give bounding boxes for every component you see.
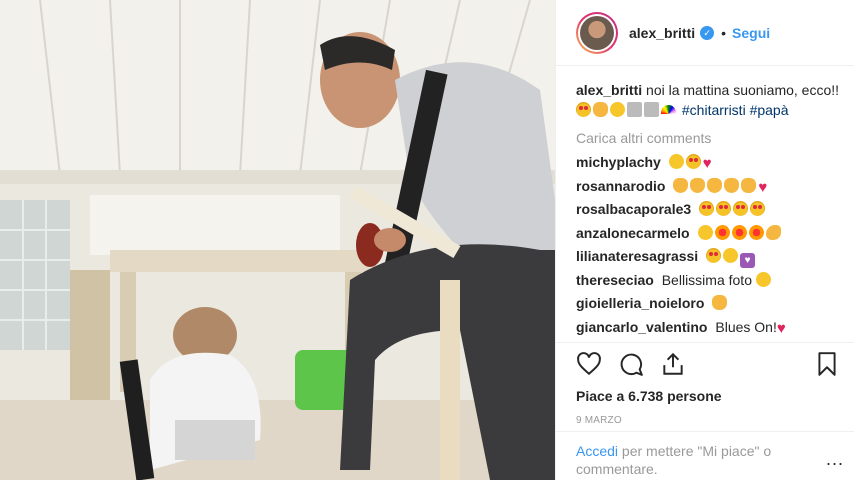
instagram-post: alex_britti ✓ • Segui alex_britti noi la… [0,0,854,480]
rock-hand-emoji-icon [593,102,608,117]
baby-bottle-emoji-icon [644,102,659,117]
rainbow-emoji-icon [661,105,676,114]
clap-emoji-icon [707,177,723,193]
comments-section: alex_britti noi la mattina suoniamo, ecc… [576,80,844,342]
heart-eyes-emoji-icon [699,201,715,216]
heart-eyes-emoji-icon [716,201,732,216]
smile-emoji-icon [668,154,684,169]
comment-username[interactable]: giancarlo_valentino [576,319,707,335]
comment-text: Blues On! [715,318,777,335]
comment-row: gioielleria_noieloro [576,293,844,317]
share-icon[interactable] [660,351,686,377]
login-prompt: Accedi per mettere "Mi piace" o commenta… [556,431,854,478]
clap-emoji-icon [690,177,706,193]
red-heart-emoji-icon: ♥ [758,178,768,196]
post-header: alex_britti ✓ • Segui [556,0,854,66]
comment-row: thereseciao Bellissima foto [576,270,844,294]
post-date: 9 MARZO [576,415,622,426]
heart-eyes-emoji-icon [706,248,722,263]
comment-username[interactable]: thereseciao [576,272,654,288]
boom-emoji-icon [714,224,730,240]
comment-row: anzalonecarmelo [576,223,844,247]
caption-username[interactable]: alex_britti [576,82,642,98]
purple-heart-emoji-icon: ♥ [740,253,756,268]
boom-emoji-icon [731,224,747,240]
hashtags-link[interactable]: #chitarristi #papà [682,102,789,118]
red-heart-emoji-icon: ♥ [776,319,786,337]
login-link[interactable]: Accedi [576,443,618,459]
heart-eyes-emoji-icon [750,201,766,216]
comment-row: lilianateresagrassi ♥ [576,246,844,270]
comment-row: rosannarodio ♥ [576,176,844,200]
comment-row: rosalbacaporale3 [576,199,844,223]
red-heart-emoji-icon: ♥ [702,155,712,172]
muscle-emoji-icon [765,224,781,240]
verified-badge-icon: ✓ [700,25,715,40]
heart-icon[interactable] [576,351,602,377]
post-caption: alex_britti noi la mattina suoniamo, ecc… [576,80,844,120]
clap-emoji-icon [673,177,689,193]
comment-username[interactable]: rosannarodio [576,178,665,194]
load-more-comments-button[interactable]: Carica altri comments [576,130,844,146]
clap-emoji-icon [724,177,740,193]
comment-username[interactable]: rosalbacaporale3 [576,201,691,217]
heart-eyes-emoji-icon [685,154,701,169]
star-eyes-emoji-icon [723,248,739,263]
heart-eyes-emoji-icon [733,201,749,216]
heart-eyes-emoji-icon [576,102,591,117]
comment-row: michyplachy ♥ [576,152,844,176]
sunglasses-emoji-icon [610,102,625,117]
follow-button[interactable]: Segui [732,25,770,41]
caption-text: noi la mattina suoniamo, ecco!! [646,82,840,98]
bookmark-icon[interactable] [814,351,840,377]
photo-illustration [0,0,555,480]
boom-emoji-icon [748,224,764,240]
smile-emoji-icon [697,224,713,240]
comment-username[interactable]: gioielleria_noieloro [576,295,704,311]
likes-count[interactable]: Piace a 6.738 persone [576,388,722,404]
post-sidebar: alex_britti ✓ • Segui alex_britti noi la… [555,0,854,480]
avatar[interactable] [576,11,618,54]
thumbs-up-emoji-icon [741,177,757,193]
comment-icon[interactable] [618,351,644,377]
thumbs-up-emoji-icon [712,295,728,310]
post-photo[interactable] [0,0,555,480]
comment-row: giancarlo_valentino Blues On!♥ [576,317,844,341]
smile-emoji-icon [755,271,771,287]
separator-dot: • [721,24,727,41]
avatar-image [580,15,614,50]
comment-username[interactable]: lilianateresagrassi [576,248,698,264]
comment-username[interactable]: michyplachy [576,154,661,170]
coffee-emoji-icon [627,102,642,117]
action-icons [576,349,840,387]
post-actions: Piace a 6.738 persone 9 MARZO Accedi per… [556,342,854,480]
comment-text: Bellissima foto [661,271,752,288]
more-options-icon[interactable]: ... [826,449,844,470]
comment-username[interactable]: anzalonecarmelo [576,225,690,241]
username-link[interactable]: alex_britti [629,25,695,41]
